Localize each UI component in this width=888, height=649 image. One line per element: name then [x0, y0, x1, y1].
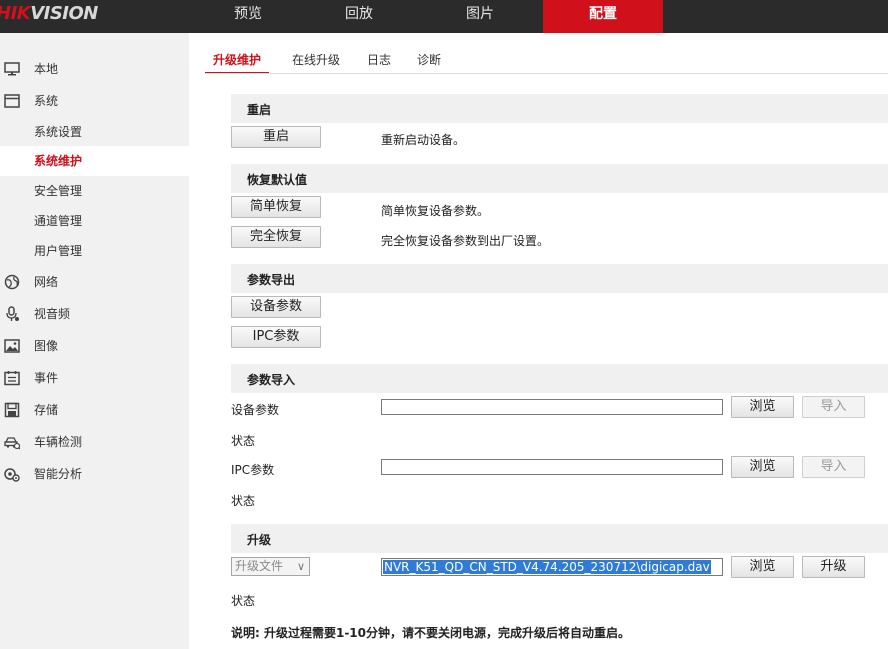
upgrade-button[interactable]: 升级: [802, 556, 865, 578]
sidebar-item-image[interactable]: 图像: [0, 331, 189, 361]
simple-restore-description: 简单恢复设备参数。: [381, 204, 490, 218]
sidebar-item-system-maintenance[interactable]: 系统维护: [0, 146, 189, 176]
sidebar-item-system[interactable]: 系统: [0, 86, 189, 116]
vehicle-detect-icon: [4, 434, 20, 450]
section-parameter-export: 参数导出: [231, 264, 888, 293]
sidebar-item-label: 图像: [34, 339, 59, 353]
sidebar-item-local[interactable]: 本地: [0, 54, 189, 84]
tab-log[interactable]: 日志: [367, 50, 391, 72]
tab-diagnosis[interactable]: 诊断: [417, 50, 441, 72]
upgrade-status-label: 状态: [231, 594, 256, 608]
sidebar-item-channel[interactable]: 通道管理: [0, 206, 189, 236]
sidebar-item-label: 系统维护: [34, 154, 83, 168]
upgrade-file-path: NVR_K51_QD_CN_STD_V4.74.205_230712\digic…: [383, 560, 711, 574]
upgrade-type-select[interactable]: 升级文件 ∨: [231, 557, 310, 576]
device-params-label: 设备参数: [231, 403, 280, 417]
section-title: 参数导入: [247, 373, 296, 387]
full-restore-description: 完全恢复设备参数到出厂设置。: [381, 234, 550, 248]
monitor-icon: [4, 61, 20, 77]
export-ipc-params-button[interactable]: IPC参数: [231, 326, 321, 348]
upgrade-file-input[interactable]: NVR_K51_QD_CN_STD_V4.74.205_230712\digic…: [381, 558, 723, 576]
chevron-down-icon: ∨: [296, 560, 305, 573]
sidebar-item-label: 视音频: [34, 307, 71, 321]
sidebar-item-security[interactable]: 安全管理: [0, 176, 189, 206]
sidebar-item-label: 车辆检测: [34, 435, 83, 449]
export-device-params-button[interactable]: 设备参数: [231, 296, 321, 318]
reboot-description: 重新启动设备。: [381, 133, 466, 147]
sidebar-item-system-settings[interactable]: 系统设置: [0, 117, 189, 147]
tab-divider: [205, 73, 888, 74]
ipc-params-file-input[interactable]: [381, 459, 723, 475]
section-reboot: 重启: [231, 94, 888, 123]
nav-preview[interactable]: 预览: [189, 0, 307, 33]
simple-restore-button[interactable]: 简单恢复: [231, 196, 321, 218]
ipc-params-import-button[interactable]: 导入: [802, 456, 865, 478]
sidebar-item-users[interactable]: 用户管理: [0, 236, 189, 266]
sidebar-item-label: 智能分析: [34, 467, 83, 481]
globe-icon: [4, 274, 20, 290]
sidebar-item-label: 系统设置: [34, 125, 83, 139]
sidebar-item-storage[interactable]: 存储: [0, 395, 189, 425]
sidebar-item-label: 存储: [34, 403, 59, 417]
section-restore-defaults: 恢复默认值: [231, 164, 888, 193]
nav-configuration[interactable]: 配置: [543, 0, 663, 33]
microphone-icon: [4, 306, 20, 322]
image-icon: [4, 338, 20, 354]
ipc-params-browse-button[interactable]: 浏览: [731, 456, 794, 478]
device-params-browse-button[interactable]: 浏览: [731, 396, 794, 418]
tab-online-upgrade[interactable]: 在线升级: [292, 50, 340, 72]
nav-picture[interactable]: 图片: [421, 0, 539, 33]
sidebar-item-smart-analysis[interactable]: 智能分析: [0, 459, 189, 489]
upgrade-note: 说明: 升级过程需要1-10分钟，请不要关闭电源，完成升级后将自动重启。: [231, 626, 631, 640]
section-upgrade: 升级: [231, 524, 888, 553]
sidebar-item-label: 网络: [34, 275, 59, 289]
sidebar-item-vehicle-detection[interactable]: 车辆检测: [0, 427, 189, 457]
ipc-import-status-label: 状态: [231, 494, 256, 508]
upgrade-type-value: 升级文件: [235, 559, 284, 573]
ipc-params-label: IPC参数: [231, 463, 275, 477]
device-params-import-button[interactable]: 导入: [802, 396, 865, 418]
system-icon: [4, 93, 20, 109]
tab-upgrade-maintenance[interactable]: 升级维护: [205, 50, 269, 74]
section-parameter-import: 参数导入: [231, 364, 888, 393]
section-title: 重启: [247, 103, 272, 117]
sidebar-item-audio-video[interactable]: 视音频: [0, 299, 189, 329]
analytics-icon: [4, 466, 20, 482]
sidebar: 本地 系统 系统设置 系统维护 安全管理 通道管理 用户管理 网络 视音频 图像: [0, 33, 189, 649]
sidebar-item-network[interactable]: 网络: [0, 267, 189, 297]
hikvision-logo: HIKVISION: [0, 3, 98, 24]
sidebar-item-label: 本地: [34, 62, 59, 76]
top-bar: HIKVISION 预览 回放 图片 配置: [0, 0, 888, 33]
section-title: 升级: [247, 533, 272, 547]
sidebar-item-label: 通道管理: [34, 214, 83, 228]
device-params-file-input[interactable]: [381, 399, 723, 415]
sidebar-item-label: 事件: [34, 371, 59, 385]
full-restore-button[interactable]: 完全恢复: [231, 226, 321, 248]
reboot-button[interactable]: 重启: [231, 126, 321, 148]
upgrade-browse-button[interactable]: 浏览: [731, 556, 794, 578]
sidebar-item-label: 安全管理: [34, 184, 83, 198]
sidebar-item-event[interactable]: 事件: [0, 363, 189, 393]
section-title: 恢复默认值: [247, 173, 308, 187]
section-title: 参数导出: [247, 273, 296, 287]
sidebar-item-label: 系统: [34, 94, 59, 108]
device-import-status-label: 状态: [231, 434, 256, 448]
calendar-icon: [4, 370, 20, 386]
disk-icon: [4, 402, 20, 418]
nav-playback[interactable]: 回放: [300, 0, 418, 33]
sidebar-item-label: 用户管理: [34, 244, 83, 258]
